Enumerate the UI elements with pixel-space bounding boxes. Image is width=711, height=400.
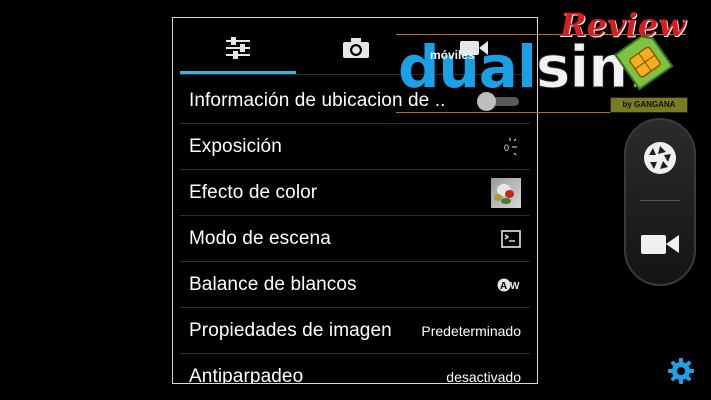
svg-text:W: W (510, 281, 520, 292)
setting-color-effect[interactable]: Efecto de color (180, 170, 530, 216)
shutter-icon (644, 142, 676, 174)
video-record-button[interactable] (640, 224, 680, 264)
color-effect-thumbnail (491, 177, 521, 208)
watermark-moviles-text: móviles (430, 48, 475, 62)
setting-value: Predeterminado (421, 322, 521, 339)
setting-label: Balance de blancos (189, 273, 357, 295)
setting-label: Efecto de color (189, 181, 318, 203)
setting-label: Antiparpadeo (189, 365, 304, 384)
shutter-bar (624, 118, 696, 286)
video-record-icon (641, 235, 679, 254)
white-balance-auto-icon: A W (497, 278, 520, 292)
tab-settings[interactable] (179, 26, 297, 70)
setting-label: Exposición (189, 135, 282, 157)
watermark-logo: dualsim (398, 33, 649, 101)
gear-icon[interactable] (667, 357, 695, 385)
setting-label: Modo de escena (189, 227, 331, 249)
setting-anti-flicker[interactable]: Antiparpadeo desactivado (180, 354, 530, 384)
svg-text:0: 0 (504, 143, 509, 153)
settings-list: Información de ubicacion de .. Exposició… (180, 78, 530, 384)
setting-scene-mode[interactable]: Modo de escena (180, 216, 530, 262)
svg-text:A: A (500, 281, 507, 292)
shutter-button[interactable] (640, 138, 680, 178)
exposure-icon: 0 (504, 137, 517, 155)
shutter-divider (640, 200, 680, 201)
setting-exposure[interactable]: Exposición 0 (180, 124, 530, 170)
sim-card-icon (613, 35, 674, 91)
scene-mode-icon (501, 229, 521, 248)
setting-white-balance[interactable]: Balance de blancos A W (180, 262, 530, 308)
sliders-icon (226, 37, 250, 59)
setting-value: desactivado (446, 368, 521, 384)
setting-image-properties[interactable]: Propiedades de imagen Predeterminado (180, 308, 530, 354)
setting-label: Propiedades de imagen (189, 319, 392, 341)
watermark-tag: by GANGANA (610, 97, 688, 113)
camera-icon (343, 38, 369, 58)
